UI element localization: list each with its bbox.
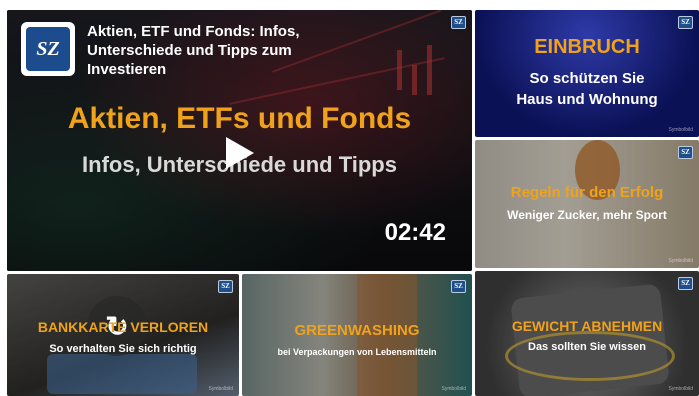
sz-badge-icon: SZ xyxy=(451,16,466,29)
tile-title: EINBRUCH xyxy=(534,36,640,58)
sz-badge-icon: SZ xyxy=(678,277,693,290)
tile-title: Regeln für den Erfolg xyxy=(510,184,664,201)
sz-badge-icon: SZ xyxy=(678,16,693,29)
tile-subtitle: Das sollten Sie wissen xyxy=(528,341,646,353)
video-tile-regeln[interactable]: SZ Regeln für den Erfolg Weniger Zucker,… xyxy=(475,140,699,268)
tile-subtitle: So verhalten Sie sich richtig xyxy=(49,343,197,355)
tile-credit: Symbolbild xyxy=(441,386,466,392)
video-tile-greenwashing[interactable]: SZ GREENWASHING bei Verpackungen von Leb… xyxy=(242,274,472,396)
play-icon[interactable] xyxy=(226,137,254,169)
main-video-player[interactable]: SZ SZ Aktien, ETF und Fonds: Infos, Unte… xyxy=(7,10,472,271)
sz-logo-icon: SZ xyxy=(26,27,70,71)
sz-badge-icon: SZ xyxy=(218,280,233,293)
tile-credit: Symbolbild xyxy=(208,386,233,392)
tile-credit: Symbolbild xyxy=(668,258,693,264)
tile-credit: Symbolbild xyxy=(668,127,693,133)
tile-title: GREENWASHING xyxy=(294,322,420,339)
thumb-title: Aktien, ETFs und Fonds xyxy=(67,102,412,135)
tile-subtitle: bei Verpackungen von Lebensmitteln xyxy=(277,347,437,357)
tile-title: GEWICHT ABNEHMEN xyxy=(511,318,663,334)
video-title[interactable]: Aktien, ETF und Fonds: Infos, Unterschie… xyxy=(87,22,357,79)
tile-credit: Symbolbild xyxy=(668,386,693,392)
video-tile-gewicht[interactable]: SZ GEWICHT ABNEHMEN Das sollten Sie wiss… xyxy=(475,271,699,396)
video-tile-bankkarte[interactable]: SZ ↻ BANKKARTE VERLOREN So verhalten Sie… xyxy=(7,274,239,396)
tile-overlay xyxy=(475,140,699,268)
tile-subtitle: So schützen Sie Haus und Wohnung xyxy=(516,70,658,108)
video-tile-einbruch[interactable]: SZ EINBRUCH So schützen Sie Haus und Woh… xyxy=(475,10,699,137)
video-duration: 02:42 xyxy=(384,219,446,246)
tile-subtitle: Weniger Zucker, mehr Sport xyxy=(507,208,667,222)
sz-badge-icon: SZ xyxy=(678,146,693,159)
sz-badge-icon: SZ xyxy=(451,280,466,293)
video-gallery: SZ SZ Aktien, ETF und Fonds: Infos, Unte… xyxy=(0,0,699,396)
channel-logo[interactable]: SZ xyxy=(21,22,75,76)
tile-title: BANKKARTE VERLOREN xyxy=(37,319,209,335)
